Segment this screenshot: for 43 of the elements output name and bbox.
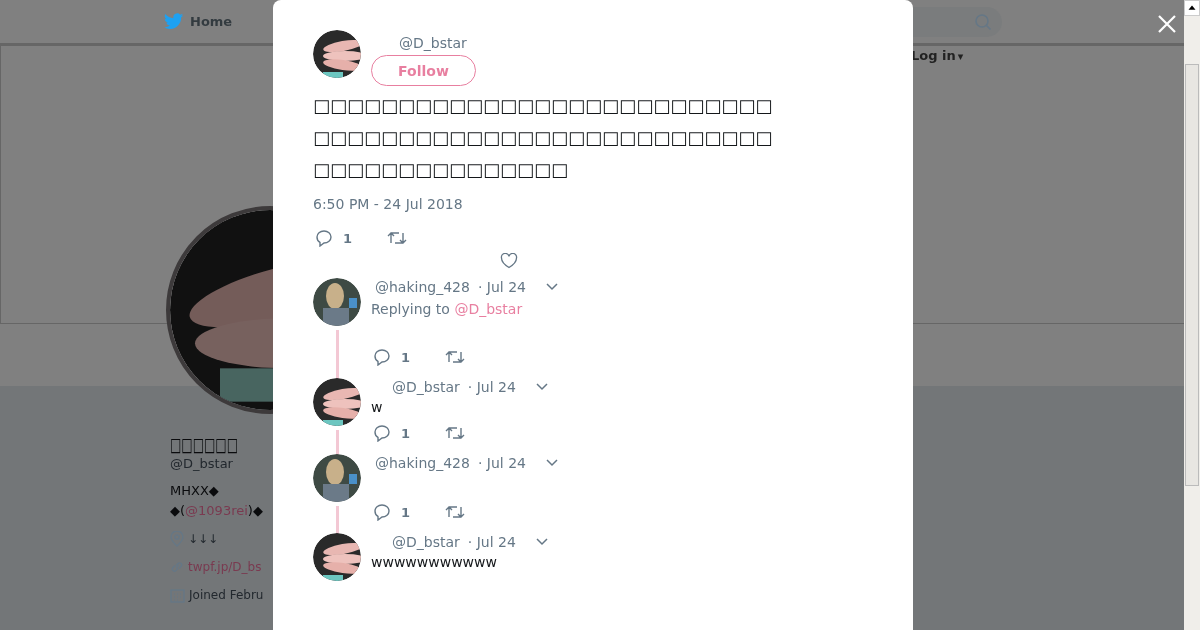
reply-date: · Jul 24 <box>477 279 526 295</box>
reply-handle[interactable]: @haking_428 <box>375 455 470 471</box>
bio-text: MHXX◆ <box>170 482 219 500</box>
tweet-timestamp: 6:50 PM - 24 Jul 2018 <box>313 196 464 212</box>
reply-text: wwwwwwwwwww <box>371 554 498 570</box>
follow-button[interactable]: Follow <box>371 55 476 86</box>
reply-count: 1 <box>401 425 412 441</box>
mention-link[interactable]: @D_bstar <box>454 301 523 317</box>
bio-text: )◆ <box>247 503 263 518</box>
retweet-icon[interactable] <box>445 504 465 520</box>
profile-name: □□□□□□ <box>170 432 239 458</box>
reply-text: w <box>371 399 384 415</box>
home-tab[interactable]: Home <box>164 13 233 30</box>
chevron-icon[interactable] <box>546 283 558 291</box>
reply-icon[interactable] <box>373 424 391 442</box>
close-icon[interactable] <box>1157 14 1177 34</box>
scroll-up-icon[interactable] <box>1184 0 1200 16</box>
author-handle[interactable]: @D_bstar <box>399 35 467 51</box>
heart-icon[interactable] <box>500 253 518 269</box>
reply-date: · Jul 24 <box>477 455 526 471</box>
reply-date: · Jul 24 <box>467 379 516 395</box>
scrollbar[interactable] <box>1184 0 1200 630</box>
reply-count: 1 <box>401 504 412 520</box>
bio-text: ◆( <box>170 503 186 518</box>
profile-handle: @D_bstar <box>170 456 233 471</box>
chevron-icon[interactable] <box>535 383 548 391</box>
reply-date: · Jul 24 <box>467 534 516 550</box>
chevron-icon[interactable] <box>535 538 548 546</box>
reply-handle[interactable]: @D_bstar <box>392 379 460 395</box>
retweet-icon[interactable] <box>445 425 465 441</box>
replying-label: Replying to <box>371 301 450 317</box>
joined-date: Joined Febru <box>189 587 264 604</box>
reply-handle[interactable]: @D_bstar <box>392 534 460 550</box>
retweet-icon[interactable] <box>387 230 407 246</box>
reply-icon[interactable] <box>373 503 391 521</box>
bird-icon <box>164 13 184 30</box>
location-text: ↓↓↓ <box>188 531 219 548</box>
chevron-icon[interactable] <box>546 459 558 467</box>
tweet-text: □□□□□□□□□□□□□□□□□□□□□□□□□□□□□□□□□□□□□□□□□□□□□□□□□□□□□□□□□□□□□□□□□□□□□ <box>313 94 774 182</box>
reply-icon[interactable] <box>373 348 391 366</box>
retweet-icon[interactable] <box>445 349 465 365</box>
reply-handle[interactable]: @haking_428 <box>375 279 470 295</box>
reply-count: 1 <box>401 349 412 365</box>
